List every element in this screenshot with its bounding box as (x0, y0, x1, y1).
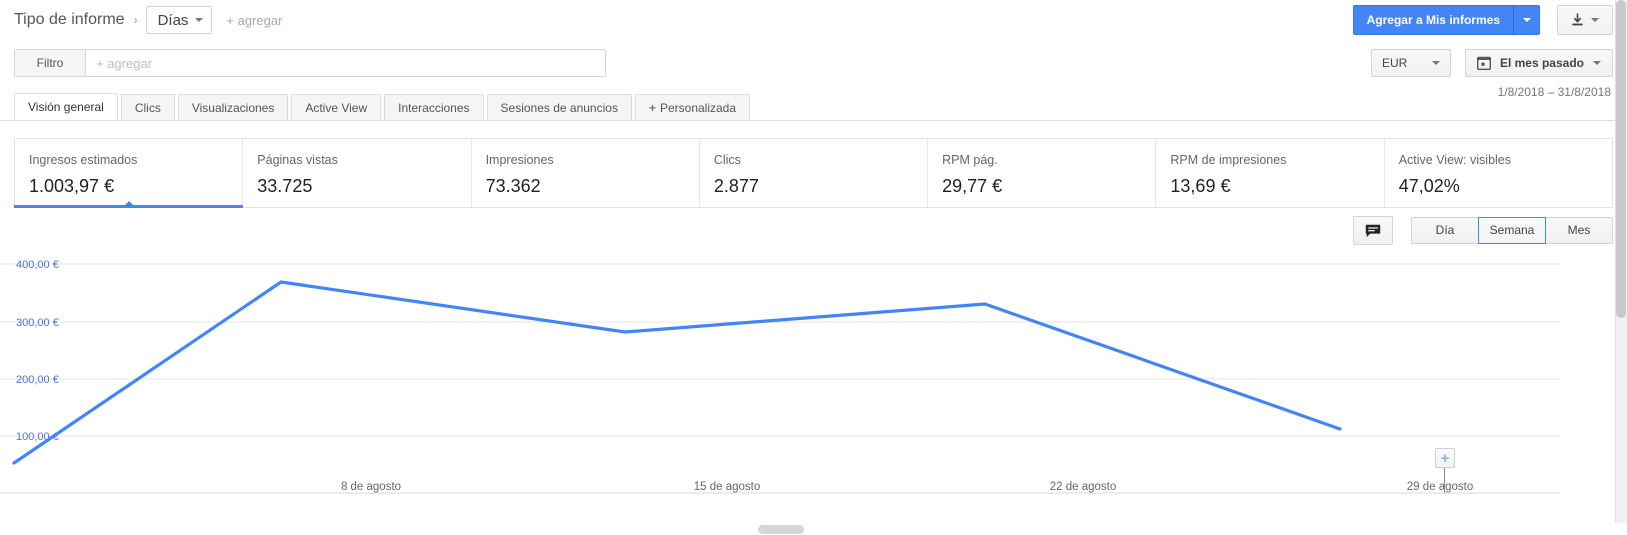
breadcrumb-separator-icon: › (133, 13, 138, 27)
note-icon (1365, 224, 1381, 237)
tab-label: Sesiones de anuncios (500, 101, 618, 115)
chart-y-axis: 400,00 € 300,00 € 200,00 € 100,00 € (16, 259, 59, 443)
metric-card-rpm-de-impresiones[interactable]: RPM de impresiones 13,69 € (1156, 139, 1385, 207)
metric-card-active-view-visibles[interactable]: Active View: visibles 47,02% (1385, 139, 1612, 207)
dimension-chip-label: Días (157, 11, 189, 29)
chevron-down-icon (1431, 61, 1440, 65)
plus-icon: + (1440, 449, 1450, 467)
tab-clics[interactable]: Clics (120, 94, 175, 121)
tab-label: Active View (305, 101, 368, 115)
currency-select[interactable]: EUR (1370, 49, 1451, 77)
y-tick-label: 200,00 € (16, 374, 59, 386)
selected-indicator-icon (121, 201, 136, 208)
plus-icon: + (648, 101, 656, 115)
x-tick-label: 29 de agosto (1407, 481, 1474, 493)
tab-interacciones[interactable]: Interacciones (384, 94, 484, 121)
chart-x-axis: 8 de agosto 15 de agosto 22 de agosto 29… (341, 481, 1473, 493)
chevron-down-icon (1591, 18, 1599, 22)
metric-label: RPM pág. (942, 153, 998, 167)
metric-value: 1.003,97 € (29, 176, 115, 196)
metric-label: RPM de impresiones (1170, 153, 1287, 167)
metric-label: Ingresos estimados (29, 153, 138, 167)
add-to-my-reports-button[interactable]: Agregar a Mis informes (1352, 5, 1513, 35)
revenue-line-chart[interactable]: 400,00 € 300,00 € 200,00 € 100,00 € 8 de… (0, 248, 1627, 513)
metric-value: 47,02% (1398, 176, 1460, 196)
page-title: Tipo de informe (14, 11, 125, 28)
chart-gridlines (0, 263, 1560, 494)
metric-card-impresiones[interactable]: Impresiones 73.362 (472, 139, 700, 207)
download-icon (1572, 13, 1583, 26)
notes-button[interactable] (1353, 216, 1393, 245)
filter-label: Filtro (14, 49, 86, 77)
tab-visualizaciones[interactable]: Visualizaciones (177, 94, 289, 121)
add-dimension-link[interactable]: + agregar (226, 13, 282, 28)
metric-cards: Ingresos estimados 1.003,97 € Páginas vi… (13, 138, 1613, 208)
x-tick-label: 8 de agosto (341, 481, 401, 493)
horizontal-scrollbar-thumb[interactable] (758, 525, 804, 534)
filter-input[interactable] (86, 49, 606, 77)
metric-card-paginas-vistas[interactable]: Páginas vistas 33.725 (243, 139, 472, 207)
tabs-underline (0, 120, 1627, 121)
metric-value: 73.362 (485, 176, 541, 196)
annotation-stem (1444, 468, 1445, 493)
chevron-down-icon (1593, 61, 1601, 65)
dimension-chip-dias[interactable]: Días (145, 6, 213, 34)
download-button[interactable] (1557, 5, 1613, 35)
date-range-select[interactable]: El mes pasado (1464, 49, 1613, 77)
tab-label: Personalizada (659, 101, 737, 115)
chevron-down-icon (1522, 18, 1531, 22)
add-annotation-marker[interactable]: + (1435, 448, 1455, 468)
vertical-scrollbar-thumb[interactable] (1616, 0, 1626, 318)
tab-label: Visión general (28, 100, 104, 114)
tab-label: Visualizaciones (191, 101, 275, 115)
horizontal-scrollbar[interactable] (0, 523, 1627, 535)
metric-value: 33.725 (257, 176, 313, 196)
calendar-icon (1476, 56, 1491, 70)
metric-card-ingresos-estimados[interactable]: Ingresos estimados 1.003,97 € (13, 139, 244, 208)
tab-active-view[interactable]: Active View (291, 94, 382, 121)
x-tick-label: 15 de agosto (694, 481, 761, 493)
add-to-my-reports-dropdown[interactable] (1513, 5, 1540, 35)
vertical-scrollbar[interactable] (1615, 0, 1627, 535)
tab-label: Interacciones (398, 101, 470, 115)
currency-label: EUR (1381, 56, 1408, 70)
chart-controls: Día Semana Mes (1353, 216, 1613, 245)
date-preset-label: El mes pasado (1499, 56, 1584, 70)
tab-label: Clics (134, 101, 161, 115)
granularity-mes[interactable]: Mes (1545, 217, 1613, 244)
filter-row: Filtro (14, 49, 606, 77)
chart-svg: 400,00 € 300,00 € 200,00 € 100,00 € 8 de… (0, 259, 1560, 494)
report-tabs: Visión general Clics Visualizaciones Act… (14, 93, 753, 121)
metric-card-clics[interactable]: Clics 2.877 (700, 139, 929, 207)
adsense-report-page: Tipo de informe › Días + agregar Agregar… (0, 0, 1627, 535)
metric-label: Impresiones (485, 153, 554, 167)
metric-label: Active View: visibles (1398, 153, 1511, 167)
top-bar: Tipo de informe › Días + agregar Agregar… (0, 0, 1627, 39)
tab-sesiones-de-anuncios[interactable]: Sesiones de anuncios (486, 94, 632, 121)
metric-card-rpm-pag[interactable]: RPM pág. 29,77 € (928, 139, 1157, 207)
granularity-toggle: Día Semana Mes (1411, 217, 1613, 244)
metric-label: Páginas vistas (257, 153, 338, 167)
y-tick-label: 400,00 € (16, 259, 59, 271)
date-range-text: 1/8/2018 – 31/8/2018 (1497, 85, 1611, 99)
granularity-semana[interactable]: Semana (1478, 217, 1546, 244)
tab-vision-general[interactable]: Visión general (14, 93, 118, 121)
top-right-actions: Agregar a Mis informes (1352, 5, 1613, 35)
x-tick-label: 22 de agosto (1050, 481, 1117, 493)
report-controls: EUR El mes pasado 1/8/2018 – 31/8/2018 (1370, 49, 1613, 99)
breadcrumb: Tipo de informe › Días + agregar (14, 6, 282, 34)
tab-personalizada[interactable]: + Personalizada (634, 94, 751, 121)
metric-label: Clics (713, 153, 741, 167)
metric-value: 13,69 € (1170, 176, 1231, 196)
granularity-dia[interactable]: Día (1411, 217, 1479, 244)
chevron-down-icon (195, 18, 204, 22)
metric-value: 2.877 (713, 176, 759, 196)
metric-value: 29,77 € (942, 176, 1003, 196)
y-tick-label: 300,00 € (16, 317, 59, 329)
